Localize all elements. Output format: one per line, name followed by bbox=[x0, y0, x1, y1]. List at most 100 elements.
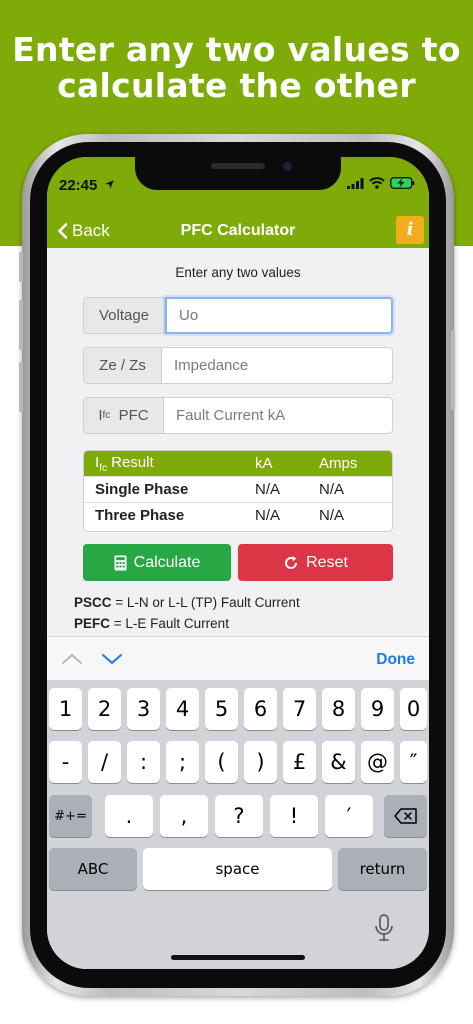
key-slash[interactable]: / bbox=[88, 741, 121, 783]
done-button[interactable]: Done bbox=[376, 651, 415, 669]
results-header-label: Ifc Result bbox=[84, 454, 243, 474]
key-backspace[interactable] bbox=[384, 795, 427, 837]
key-6[interactable]: 6 bbox=[244, 688, 277, 730]
key-0[interactable]: 0 bbox=[400, 688, 427, 730]
pfc-group: Ifc PFC bbox=[83, 397, 393, 434]
voltage-label: Voltage bbox=[84, 298, 165, 333]
pefc-text: = L-E Fault Current bbox=[110, 616, 229, 631]
calculate-button-label: Calculate bbox=[133, 553, 201, 571]
signal-icon bbox=[347, 177, 364, 189]
key-hyphen[interactable]: - bbox=[49, 741, 82, 783]
key-7[interactable]: 7 bbox=[283, 688, 316, 730]
nav-bar: Back PFC Calculator i bbox=[47, 214, 429, 248]
result-single-phase-ka: N/A bbox=[255, 481, 281, 498]
key-comma[interactable]: , bbox=[160, 795, 208, 837]
key-9[interactable]: 9 bbox=[361, 688, 394, 730]
pscc-text: = L-N or L-L (TP) Fault Current bbox=[111, 595, 300, 610]
phone-volume-down bbox=[19, 362, 23, 412]
status-time-text: 22:45 bbox=[59, 177, 98, 194]
keyboard-toolbar: Done bbox=[47, 636, 429, 680]
key-question[interactable]: ? bbox=[215, 795, 263, 837]
key-exclamation[interactable]: ! bbox=[270, 795, 318, 837]
key-prime[interactable]: ′ bbox=[325, 795, 373, 837]
keyboard: 1 2 3 4 5 6 7 8 9 0 - / : ; ( ) £ & @ ″ … bbox=[47, 680, 429, 969]
chevron-down-icon[interactable] bbox=[101, 653, 123, 665]
key-double-prime[interactable]: ″ bbox=[400, 741, 427, 783]
phone-notch bbox=[135, 157, 341, 190]
result-single-phase-amps: N/A bbox=[319, 481, 345, 498]
results-header-ka: kA bbox=[255, 455, 273, 472]
pfc-label-sub: fc bbox=[102, 410, 111, 421]
key-4[interactable]: 4 bbox=[166, 688, 199, 730]
location-arrow-icon bbox=[104, 180, 114, 189]
key-pound[interactable]: £ bbox=[283, 741, 316, 783]
page-title: PFC Calculator bbox=[180, 222, 296, 239]
key-more-symbols[interactable]: #+= bbox=[49, 795, 92, 837]
key-colon[interactable]: : bbox=[127, 741, 160, 783]
pfc-label: Ifc PFC bbox=[84, 398, 164, 433]
voltage-input[interactable] bbox=[167, 299, 391, 332]
key-return[interactable]: return bbox=[338, 848, 427, 890]
battery-charging-icon bbox=[390, 177, 415, 189]
promo-headline-line1: Enter any two values to bbox=[12, 30, 461, 69]
result-single-phase-label: Single Phase bbox=[95, 481, 189, 498]
microphone-icon bbox=[375, 914, 393, 941]
pscc-term: PSCC bbox=[74, 595, 112, 610]
results-header: Ifc Result kA Amps bbox=[84, 451, 392, 476]
earpiece-speaker bbox=[211, 163, 265, 169]
result-three-phase-label: Three Phase bbox=[95, 507, 185, 524]
key-1[interactable]: 1 bbox=[49, 688, 82, 730]
info-button[interactable]: i bbox=[396, 216, 424, 244]
table-row: Single Phase N/A N/A bbox=[84, 476, 392, 502]
promo-headline: Enter any two values to calculate the ot… bbox=[0, 32, 473, 104]
results-table: Ifc Result kA Amps Single Phase N/A N/A … bbox=[83, 450, 393, 532]
wifi-icon bbox=[369, 177, 385, 189]
key-abc[interactable]: ABC bbox=[49, 848, 137, 890]
calculator-icon bbox=[114, 555, 127, 570]
key-8[interactable]: 8 bbox=[322, 688, 355, 730]
key-space[interactable]: space bbox=[143, 848, 332, 890]
pscc-legend: PSCC = L-N or L-L (TP) Fault Current bbox=[74, 595, 300, 610]
phone-screen: 22:45 Back PFC Calculator i Enter any tw… bbox=[47, 157, 429, 969]
pfc-label-suffix: PFC bbox=[118, 407, 149, 424]
pefc-term: PEFC bbox=[74, 616, 111, 631]
front-camera bbox=[283, 162, 292, 171]
key-2[interactable]: 2 bbox=[88, 688, 121, 730]
voltage-field-wrap bbox=[165, 297, 393, 334]
home-indicator[interactable] bbox=[171, 955, 305, 960]
impedance-group: Ze / Zs bbox=[83, 347, 393, 384]
calculator-form: Enter any two values Voltage Ze / Zs Ifc… bbox=[47, 248, 429, 636]
pefc-legend: PEFC = L-E Fault Current bbox=[74, 616, 229, 631]
impedance-label: Ze / Zs bbox=[84, 348, 162, 383]
chevron-up-icon[interactable] bbox=[61, 653, 83, 665]
result-three-phase-ka: N/A bbox=[255, 507, 281, 524]
key-5[interactable]: 5 bbox=[205, 688, 238, 730]
results-label-sub: fc bbox=[99, 462, 107, 474]
status-time: 22:45 bbox=[59, 177, 115, 194]
phone-volume-up bbox=[19, 300, 23, 350]
key-3[interactable]: 3 bbox=[127, 688, 160, 730]
table-row: Three Phase N/A N/A bbox=[84, 502, 392, 528]
instruction-text: Enter any two values bbox=[175, 265, 301, 280]
backspace-icon bbox=[393, 808, 417, 824]
key-ampersand[interactable]: & bbox=[322, 741, 355, 783]
result-three-phase-amps: N/A bbox=[319, 507, 345, 524]
refresh-icon bbox=[285, 555, 298, 569]
key-semicolon[interactable]: ; bbox=[166, 741, 199, 783]
promo-headline-line2: calculate the other bbox=[57, 66, 416, 105]
dictation-mic-icon[interactable] bbox=[374, 914, 394, 947]
results-header-amps: Amps bbox=[319, 455, 358, 472]
pfc-input[interactable] bbox=[164, 398, 392, 433]
impedance-input[interactable] bbox=[162, 348, 392, 383]
key-close-paren[interactable]: ) bbox=[244, 741, 277, 783]
reset-button-label: Reset bbox=[306, 553, 348, 571]
status-icons bbox=[347, 177, 415, 189]
reset-button[interactable]: Reset bbox=[238, 544, 393, 581]
key-open-paren[interactable]: ( bbox=[205, 741, 238, 783]
key-at[interactable]: @ bbox=[361, 741, 394, 783]
calculate-button[interactable]: Calculate bbox=[83, 544, 231, 581]
key-period[interactable]: . bbox=[105, 795, 153, 837]
phone-power-button bbox=[451, 330, 455, 410]
voltage-group: Voltage bbox=[83, 297, 393, 334]
results-label-suffix: Result bbox=[111, 453, 154, 471]
